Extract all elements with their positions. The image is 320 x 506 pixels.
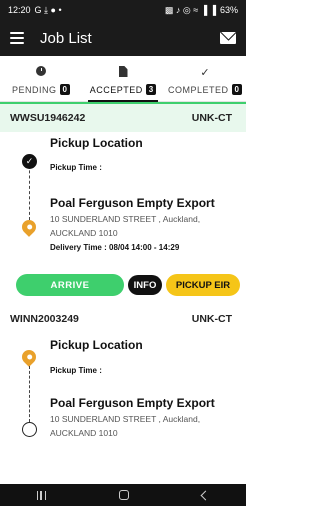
job-card[interactable]: WWSU1946242 UNK-CT ✓ Pickup Location Pic… — [0, 102, 246, 300]
address-line-2: AUCKLAND 1010 — [50, 228, 118, 238]
location-pin-icon — [19, 217, 39, 237]
tab-completed[interactable]: ✓ COMPLETED 0 — [164, 56, 246, 101]
timeline-line — [29, 160, 30, 220]
address-line-2: AUCKLAND 1010 — [50, 428, 118, 438]
status-left-icons: G ⤓ ● • — [34, 4, 62, 15]
battery-level: 63% — [219, 5, 238, 15]
page-title: Job List — [40, 29, 92, 47]
pickup-time-label: Pickup Time : — [50, 163, 102, 172]
container-type: UNK-CT — [191, 112, 232, 124]
timeline-line — [29, 366, 30, 422]
job-tabs: PENDING 0 ACCEPTED 3 ✓ COMPLETED 0 — [0, 56, 246, 102]
recents-icon[interactable] — [36, 490, 46, 500]
clock-icon — [36, 66, 46, 76]
job-card-header[interactable]: WWSU1946242 UNK-CT — [0, 102, 246, 132]
job-card-header[interactable]: WINN2003249 UNK-CT — [0, 304, 246, 334]
app-bar: Job List — [0, 20, 246, 56]
container-number: WWSU1946242 — [10, 112, 86, 124]
status-bar: 12:20 G ⤓ ● • ▩ ♪ ◎ ≈ ▐ ▐ 63% — [0, 0, 246, 20]
address-line-1: 10 SUNDERLAND STREET , Auckland, — [50, 214, 201, 224]
check-circle-icon: ✓ — [22, 154, 37, 169]
pickup-location-title: Pickup Location — [50, 338, 143, 352]
home-icon[interactable] — [118, 490, 129, 500]
pickup-location-title: Pickup Location — [50, 136, 143, 150]
tab-pending[interactable]: PENDING 0 — [0, 56, 82, 101]
status-right-icons: ▩ ♪ ◎ ≈ ▐ ▐ — [164, 4, 216, 15]
tab-completed-count: 0 — [231, 84, 242, 95]
check-icon: ✓ — [200, 67, 210, 79]
menu-icon[interactable] — [10, 32, 24, 44]
arrive-button[interactable]: ARRIVE — [16, 274, 124, 296]
info-button[interactable]: INFO — [128, 275, 162, 295]
status-time: 12:20 — [8, 5, 31, 15]
destination-circle-icon — [22, 422, 37, 437]
place-name: Poal Ferguson Empty Export — [50, 196, 215, 210]
tab-accepted-label: ACCEPTED — [89, 84, 143, 95]
location-pin-icon — [19, 347, 39, 367]
tab-pending-count: 0 — [59, 84, 70, 95]
tab-accepted-count: 3 — [145, 84, 157, 95]
document-icon — [118, 66, 128, 77]
pickup-time-label: Pickup Time : — [50, 366, 102, 375]
back-icon[interactable] — [200, 490, 211, 500]
pickup-eir-button[interactable]: PICKUP EIR — [166, 274, 240, 296]
job-card[interactable]: WINN2003249 UNK-CT Pickup Location Picku… — [0, 304, 246, 448]
address-line-1: 10 SUNDERLAND STREET , Auckland, — [50, 414, 201, 424]
container-type: UNK-CT — [191, 313, 232, 325]
container-number: WINN2003249 — [10, 313, 79, 325]
mail-icon[interactable] — [220, 32, 236, 44]
tab-accepted[interactable]: ACCEPTED 3 — [82, 56, 164, 102]
system-nav-bar — [0, 484, 246, 506]
delivery-time: Delivery Time : 08/04 14:00 - 14:29 — [50, 243, 180, 252]
job-card-body: ✓ Pickup Location Pickup Time : Poal Fer… — [0, 132, 246, 270]
job-card-body: Pickup Location Pickup Time : Poal Fergu… — [0, 334, 246, 448]
tab-pending-label: PENDING — [12, 84, 57, 95]
job-actions: ARRIVE INFO PICKUP EIR — [0, 270, 246, 300]
tab-completed-label: COMPLETED — [168, 84, 229, 95]
place-name: Poal Ferguson Empty Export — [50, 396, 215, 410]
